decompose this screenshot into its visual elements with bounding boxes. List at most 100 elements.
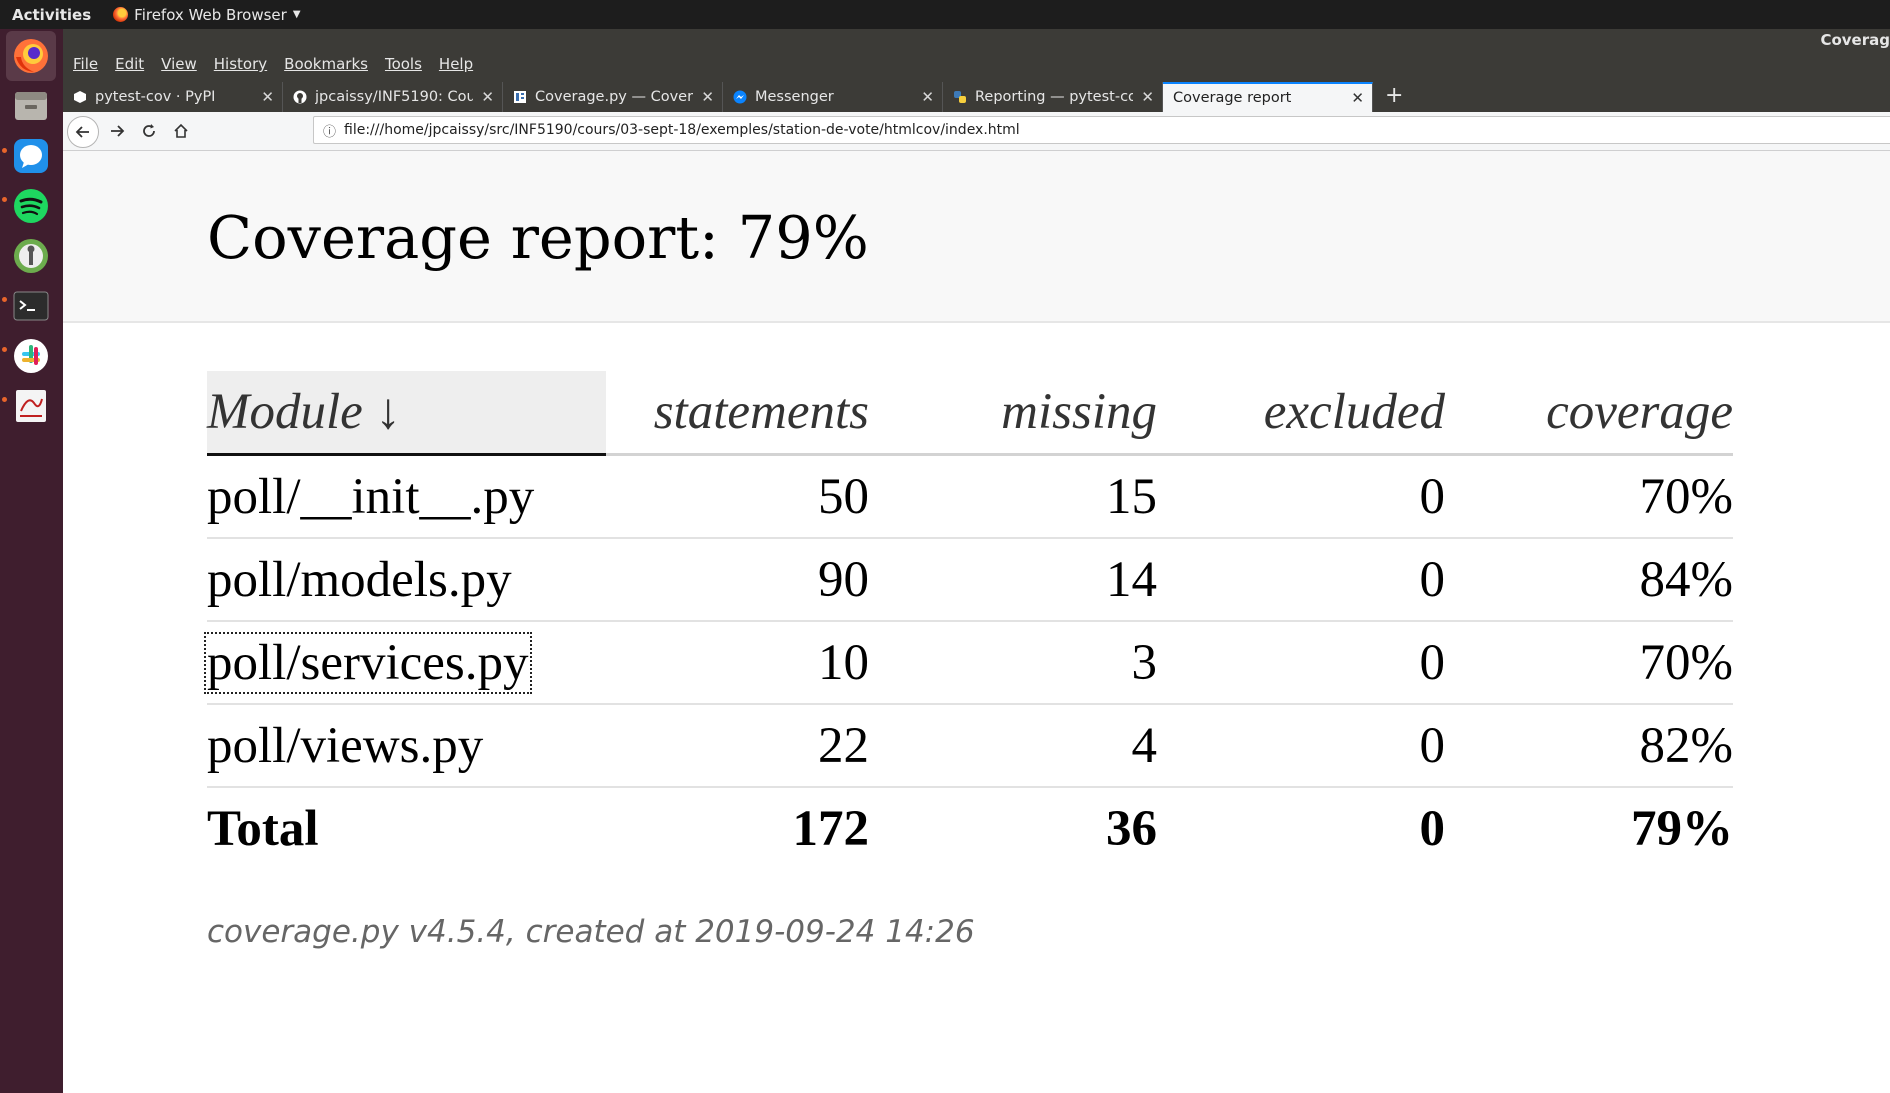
missing-cell: 14 (869, 538, 1157, 622)
total-missing: 36 (1106, 800, 1157, 857)
tab-pytest-cov-pypi[interactable]: pytest-cov · PyPI ✕ (63, 82, 283, 112)
tab-coverage-report[interactable]: Coverage report ✕ (1163, 82, 1373, 112)
close-icon[interactable]: ✕ (1351, 89, 1364, 107)
arrow-right-icon (111, 125, 125, 137)
pypi-icon (74, 91, 86, 103)
report-footer: coverage.py v4.5.4, created at 2019-09-2… (207, 914, 975, 950)
keepassxc-icon (14, 239, 48, 273)
app-menu[interactable]: Firefox Web Browser ▼ (113, 5, 301, 24)
tab-title: Coverage report (1173, 90, 1292, 106)
github-icon (293, 90, 307, 104)
module-link[interactable]: poll/views.py (207, 718, 483, 774)
coverage-cell: 84% (1445, 538, 1733, 622)
app-menu-label: Firefox Web Browser (134, 5, 287, 24)
navigation-toolbar: ⓘ file:///home/jpcaissy/src/INF5190/cour… (63, 112, 1890, 151)
url-text: file:///home/jpcaissy/src/INF5190/cours/… (344, 122, 1020, 138)
firefox-icon (14, 39, 48, 73)
coverage-table: Module ↓ statements missing excluded cov… (204, 371, 1733, 869)
dock-files[interactable] (6, 81, 56, 131)
page-title: Coverage report: 79% (207, 203, 869, 272)
excluded-cell: 0 (1157, 538, 1445, 622)
total-coverage: 79% (1631, 800, 1733, 857)
dock-terminal[interactable] (6, 281, 56, 331)
statements-cell: 90 (606, 538, 869, 622)
menu-history[interactable]: History (214, 55, 267, 73)
docs-icon (514, 91, 526, 103)
menu-view[interactable]: View (161, 55, 197, 73)
caret-down-icon: ▼ (292, 9, 301, 20)
window-title: Coverag (1820, 31, 1890, 49)
signal-icon (14, 139, 48, 173)
info-icon[interactable]: ⓘ (323, 121, 336, 140)
home-button[interactable] (167, 118, 195, 144)
tab-github[interactable]: jpcaissy/INF5190: Cours ✕ (283, 82, 503, 112)
url-bar[interactable]: ⓘ file:///home/jpcaissy/src/INF5190/cour… (313, 116, 1890, 144)
launcher-dock (0, 29, 63, 1093)
coverage-cell: 70% (1445, 621, 1733, 705)
close-icon[interactable]: ✕ (481, 88, 494, 106)
tab-title: Messenger (755, 89, 834, 105)
close-icon[interactable]: ✕ (701, 88, 714, 106)
dock-spotify[interactable] (6, 181, 56, 231)
spotify-icon (14, 189, 48, 223)
menu-bookmarks[interactable]: Bookmarks (284, 55, 368, 73)
total-label: Total (207, 800, 319, 857)
table-row: poll/services.py 10 3 0 70% (204, 621, 1733, 705)
excluded-cell: 0 (1157, 621, 1445, 705)
table-row: poll/views.py 22 4 0 82% (207, 704, 1733, 788)
arrow-left-icon (75, 126, 89, 138)
dock-keepassxc[interactable] (6, 231, 56, 281)
column-header-coverage[interactable]: coverage (1445, 371, 1733, 456)
menu-bar: File Edit View History Bookmarks Tools H… (73, 55, 473, 73)
coverage-cell: 70% (1445, 454, 1733, 539)
tab-coverage-docs[interactable]: Coverage.py — Coverage ✕ (503, 82, 723, 112)
column-header-missing[interactable]: missing (869, 371, 1157, 456)
table-row: poll/models.py 90 14 0 84% (207, 538, 1733, 622)
total-excluded: 0 (1419, 800, 1446, 857)
dock-slack[interactable] (6, 331, 56, 381)
missing-cell: 15 (869, 454, 1157, 539)
module-link[interactable]: poll/models.py (207, 552, 512, 608)
messenger-icon (733, 90, 747, 104)
menu-tools[interactable]: Tools (385, 55, 422, 73)
statements-cell: 22 (606, 704, 869, 788)
menu-help[interactable]: Help (439, 55, 473, 73)
tab-reporting-pytest-cov[interactable]: Reporting — pytest-cov ✕ (943, 82, 1163, 112)
coverage-cell: 82% (1445, 704, 1733, 788)
excluded-cell: 0 (1157, 704, 1445, 788)
column-header-excluded[interactable]: excluded (1157, 371, 1445, 456)
files-icon (15, 92, 47, 120)
module-link[interactable]: poll/services.py (204, 631, 532, 694)
tab-title: pytest-cov · PyPI (95, 89, 216, 105)
tab-messenger[interactable]: Messenger ✕ (723, 82, 943, 112)
home-icon (174, 123, 188, 138)
dock-firefox[interactable] (6, 31, 56, 81)
tab-strip: pytest-cov · PyPI ✕ jpcaissy/INF5190: Co… (63, 82, 1890, 112)
menu-edit[interactable]: Edit (115, 55, 144, 73)
menu-file[interactable]: File (73, 55, 98, 73)
browser-chrome: Coverag File Edit View History Bookmarks… (63, 29, 1890, 151)
close-icon[interactable]: ✕ (1141, 88, 1154, 106)
back-button[interactable] (67, 116, 99, 148)
reload-button[interactable] (135, 118, 163, 144)
module-link[interactable]: poll/__init__.py (207, 469, 534, 525)
total-statements: 172 (792, 800, 870, 857)
forward-button[interactable] (103, 118, 131, 144)
dock-signal[interactable] (6, 131, 56, 181)
column-header-statements[interactable]: statements (606, 371, 869, 456)
python-icon (954, 91, 966, 103)
close-icon[interactable]: ✕ (261, 88, 274, 106)
statements-cell: 50 (606, 454, 869, 539)
firefox-icon (113, 7, 129, 22)
statements-cell: 10 (606, 621, 869, 705)
tab-title: Coverage.py — Coverage (535, 89, 694, 105)
new-tab-button[interactable]: + (1373, 82, 1415, 112)
table-row: poll/__init__.py 50 15 0 70% (207, 454, 1733, 539)
close-icon[interactable]: ✕ (921, 88, 934, 106)
dock-evince[interactable] (6, 381, 56, 431)
tab-title: Reporting — pytest-cov (975, 89, 1134, 105)
column-header-module[interactable]: Module ↓ (207, 371, 606, 456)
terminal-icon (13, 291, 49, 321)
activities-button[interactable]: Activities (12, 6, 91, 24)
gnome-top-bar: Activities Firefox Web Browser ▼ (0, 0, 1890, 29)
